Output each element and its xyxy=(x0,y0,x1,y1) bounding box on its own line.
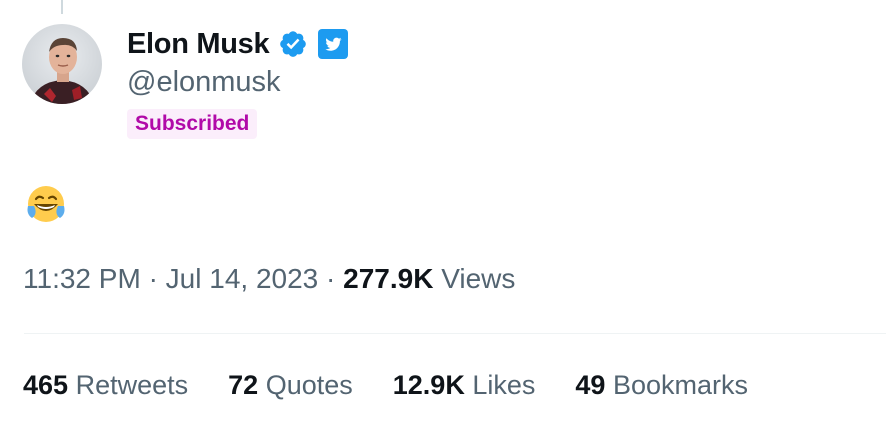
bookmarks-count: 49 xyxy=(575,370,606,400)
tweet-content xyxy=(24,182,68,226)
views-link[interactable]: 277.9K Views xyxy=(343,263,515,294)
verified-badge-icon[interactable] xyxy=(278,29,308,59)
tweet-meta: 11:32 PM · Jul 14, 2023 · 277.9K Views xyxy=(23,263,515,295)
quotes-label: Quotes xyxy=(265,370,353,400)
bookmarks-label: Bookmarks xyxy=(612,370,748,400)
retweets-label: Retweets xyxy=(75,370,189,400)
views-count: 277.9K xyxy=(343,263,434,294)
divider xyxy=(24,333,886,334)
likes-stat[interactable]: 12.9K Likes xyxy=(393,370,536,401)
engagement-stats: 465 Retweets 72 Quotes 12.9K Likes 49 Bo… xyxy=(23,370,788,401)
views-label: Views xyxy=(441,263,516,294)
meta-separator: · xyxy=(326,263,336,294)
thread-connector-line xyxy=(61,0,63,14)
user-handle[interactable]: @elonmusk xyxy=(127,66,281,99)
tweet-time[interactable]: 11:32 PM xyxy=(23,263,141,294)
face-with-tears-of-joy-icon xyxy=(24,186,68,230)
twitter-bird-icon[interactable] xyxy=(318,29,349,59)
likes-label: Likes xyxy=(472,370,536,400)
tweet-timestamp-link[interactable]: 11:32 PM · Jul 14, 2023 xyxy=(23,263,318,294)
quotes-stat[interactable]: 72 Quotes xyxy=(228,370,353,401)
tweet-date[interactable]: Jul 14, 2023 xyxy=(166,263,319,294)
bookmarks-stat[interactable]: 49 Bookmarks xyxy=(575,370,748,401)
display-name[interactable]: Elon Musk xyxy=(127,28,270,61)
likes-count: 12.9K xyxy=(392,370,465,400)
subscribed-badge: Subscribed xyxy=(127,109,258,139)
retweets-stat[interactable]: 465 Retweets xyxy=(23,370,188,401)
meta-separator: · xyxy=(148,263,158,294)
retweets-count: 465 xyxy=(23,370,69,400)
avatar[interactable] xyxy=(22,24,102,104)
quotes-count: 72 xyxy=(228,370,259,400)
